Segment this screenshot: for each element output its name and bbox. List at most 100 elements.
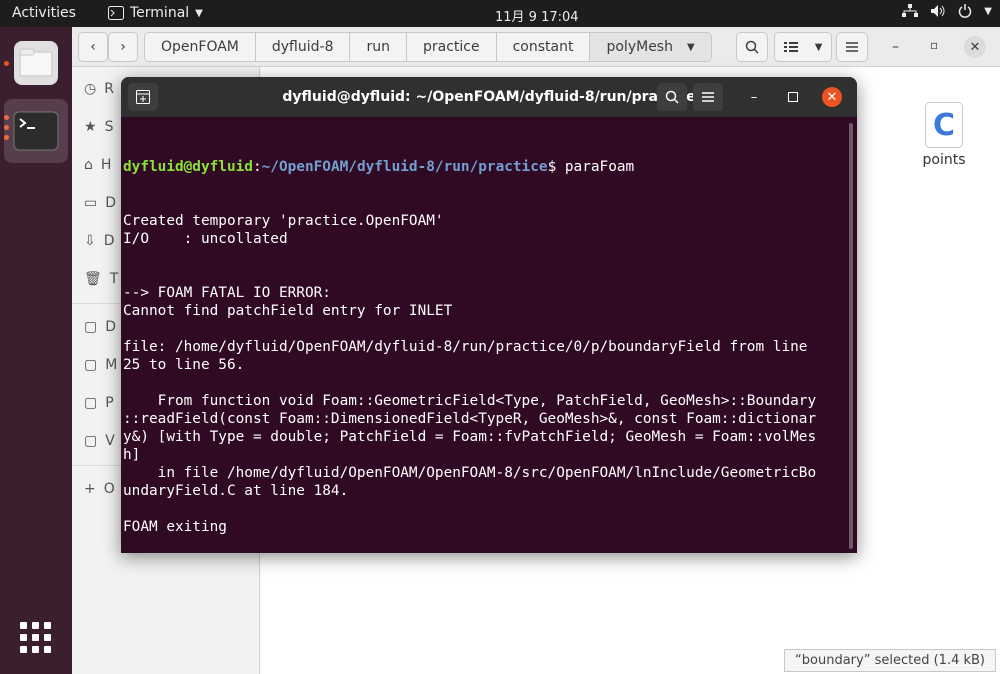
files-close-button[interactable]: ✕ (964, 36, 986, 58)
c-file-icon: C (925, 102, 963, 148)
sidebar-item-folder[interactable]: ▢ D (84, 319, 116, 335)
sidebar-item-other-locations[interactable]: + O (84, 481, 115, 497)
search-button[interactable] (736, 32, 768, 62)
terminal-icon (13, 111, 59, 151)
terminal-app-launcher[interactable] (4, 99, 68, 163)
sidebar-item-label: D (105, 195, 117, 211)
minimize-button[interactable]: – (744, 87, 764, 107)
folder-icon: ▢ (84, 433, 98, 449)
output-line: y&) [with Type = double; PatchField = Fo… (123, 429, 817, 445)
terminal-app-icon (108, 6, 124, 20)
output-line: h] (123, 447, 141, 463)
prompt-colon: : (252, 159, 262, 175)
files-headerbar: ‹ › OpenFOAM dyfluid-8 run practice cons… (72, 27, 1000, 67)
sidebar-item-label: S (104, 119, 114, 135)
sidebar-item-trash[interactable]: 🗑 T (84, 271, 118, 287)
menu-icon (702, 92, 714, 102)
show-applications-button[interactable] (20, 622, 52, 654)
back-button[interactable]: ‹ (78, 32, 108, 62)
sidebar-item-label: M (105, 357, 118, 373)
plus-icon: + (84, 481, 96, 497)
chevron-down-icon: ▼ (984, 5, 992, 17)
terminal-search-button[interactable] (657, 83, 687, 111)
close-icon: ✕ (969, 39, 981, 55)
sidebar-item-label: D (103, 233, 115, 249)
chevron-down-icon: ▼ (686, 41, 695, 53)
clock-icon: ◷ (84, 81, 97, 97)
trash-icon: 🗑 (84, 271, 102, 287)
folder-icon: ▢ (84, 357, 98, 373)
chevron-right-icon: › (120, 39, 126, 55)
terminal-output[interactable]: dyfluid@dyfluid:~/OpenFOAM/dyfluid-8/run… (123, 122, 845, 553)
selection-status: “boundary” selected (1.4 kB) (784, 649, 996, 672)
forward-button[interactable]: › (108, 32, 138, 62)
folder-icon: ▢ (84, 319, 98, 335)
sidebar-item-home[interactable]: ⌂ H (84, 157, 111, 173)
output-line: FOAM exiting (123, 519, 227, 535)
volume-icon (931, 5, 945, 17)
breadcrumb-item[interactable]: OpenFOAM (145, 33, 256, 61)
output-line: I/O : uncollated (123, 231, 288, 247)
app-menu-label: Terminal (130, 5, 190, 21)
hamburger-menu-button[interactable] (836, 32, 868, 62)
prompt-symbol: $ (547, 159, 565, 175)
sidebar-item-starred[interactable]: ★ S (84, 119, 113, 135)
output-line: Cannot find patchField entry for INLET (123, 303, 453, 319)
output-line: in file /home/dyfluid/OpenFOAM/OpenFOAM-… (123, 465, 817, 481)
sidebar-item-folder[interactable]: ▢ P (84, 395, 114, 411)
search-icon (745, 40, 759, 54)
terminal-close-button[interactable]: ✕ (822, 87, 842, 107)
terminal-scrollbar[interactable] (849, 123, 853, 549)
sidebar-item-label: O (103, 481, 115, 497)
prompt-user: dyfluid@dyfluid (123, 159, 253, 175)
breadcrumb-item[interactable]: constant (497, 33, 591, 61)
clock[interactable]: 11月 9 17:04 (495, 6, 579, 25)
dock (0, 27, 72, 674)
breadcrumb: OpenFOAM dyfluid-8 run practice constant… (144, 32, 712, 62)
close-icon: ✕ (826, 89, 838, 105)
file-item[interactable]: C points (920, 102, 968, 168)
breadcrumb-item[interactable]: dyfluid-8 (256, 33, 351, 61)
list-view-icon (783, 42, 798, 52)
prompt-line: dyfluid@dyfluid:~/OpenFOAM/dyfluid-8/run… (123, 158, 845, 176)
folder-icon: ▢ (84, 395, 98, 411)
output-line: Created temporary 'practice.OpenFOAM' (123, 213, 444, 229)
files-app-launcher[interactable] (4, 31, 68, 95)
sidebar-item-recent[interactable]: ◷ R (84, 81, 114, 97)
sidebar-item-label: P (105, 395, 114, 411)
home-icon: ⌂ (84, 157, 93, 173)
output-line: 25 to line 56. (123, 357, 245, 373)
maximize-button[interactable]: ▫ (930, 38, 938, 52)
output-line: undaryField.C at line 184. (123, 483, 349, 499)
chevron-down-icon: ▼ (814, 41, 823, 53)
activities-button[interactable]: Activities (12, 5, 76, 21)
system-tray[interactable]: ▼ (902, 4, 992, 18)
command-text: paraFoam (564, 159, 635, 175)
sidebar-item-desktop[interactable]: ▭ D (84, 195, 116, 211)
app-menu[interactable]: Terminal ▼ (108, 5, 203, 21)
output-line: --> FOAM FATAL IO ERROR: (123, 285, 331, 301)
breadcrumb-item[interactable]: run (350, 33, 407, 61)
view-options-button[interactable]: ▼ (774, 32, 832, 62)
top-bar: Activities Terminal ▼ 11月 9 17:04 ▼ (0, 0, 1000, 27)
terminal-menu-button[interactable] (693, 83, 723, 111)
prompt-path: ~/OpenFOAM/dyfluid-8/run/practice (261, 159, 548, 175)
maximize-button[interactable] (783, 87, 803, 107)
network-icon (902, 4, 919, 17)
star-icon: ★ (84, 119, 97, 135)
search-icon (665, 90, 679, 104)
breadcrumb-item[interactable]: practice (407, 33, 497, 61)
breadcrumb-label: polyMesh (606, 39, 673, 55)
sidebar-item-folder[interactable]: ▢ V (84, 433, 115, 449)
breadcrumb-item-current[interactable]: polyMesh ▼ (590, 33, 711, 61)
minimize-button[interactable]: – (892, 39, 899, 55)
sidebar-item-downloads[interactable]: ⇩ D (84, 233, 115, 249)
sidebar-item-folder[interactable]: ▢ M (84, 357, 117, 373)
sidebar-item-label: T (109, 271, 119, 287)
terminal-titlebar[interactable]: dyfluid@dyfluid: ~/OpenFOAM/dyfluid-8/ru… (121, 77, 857, 117)
maximize-icon (788, 92, 798, 102)
